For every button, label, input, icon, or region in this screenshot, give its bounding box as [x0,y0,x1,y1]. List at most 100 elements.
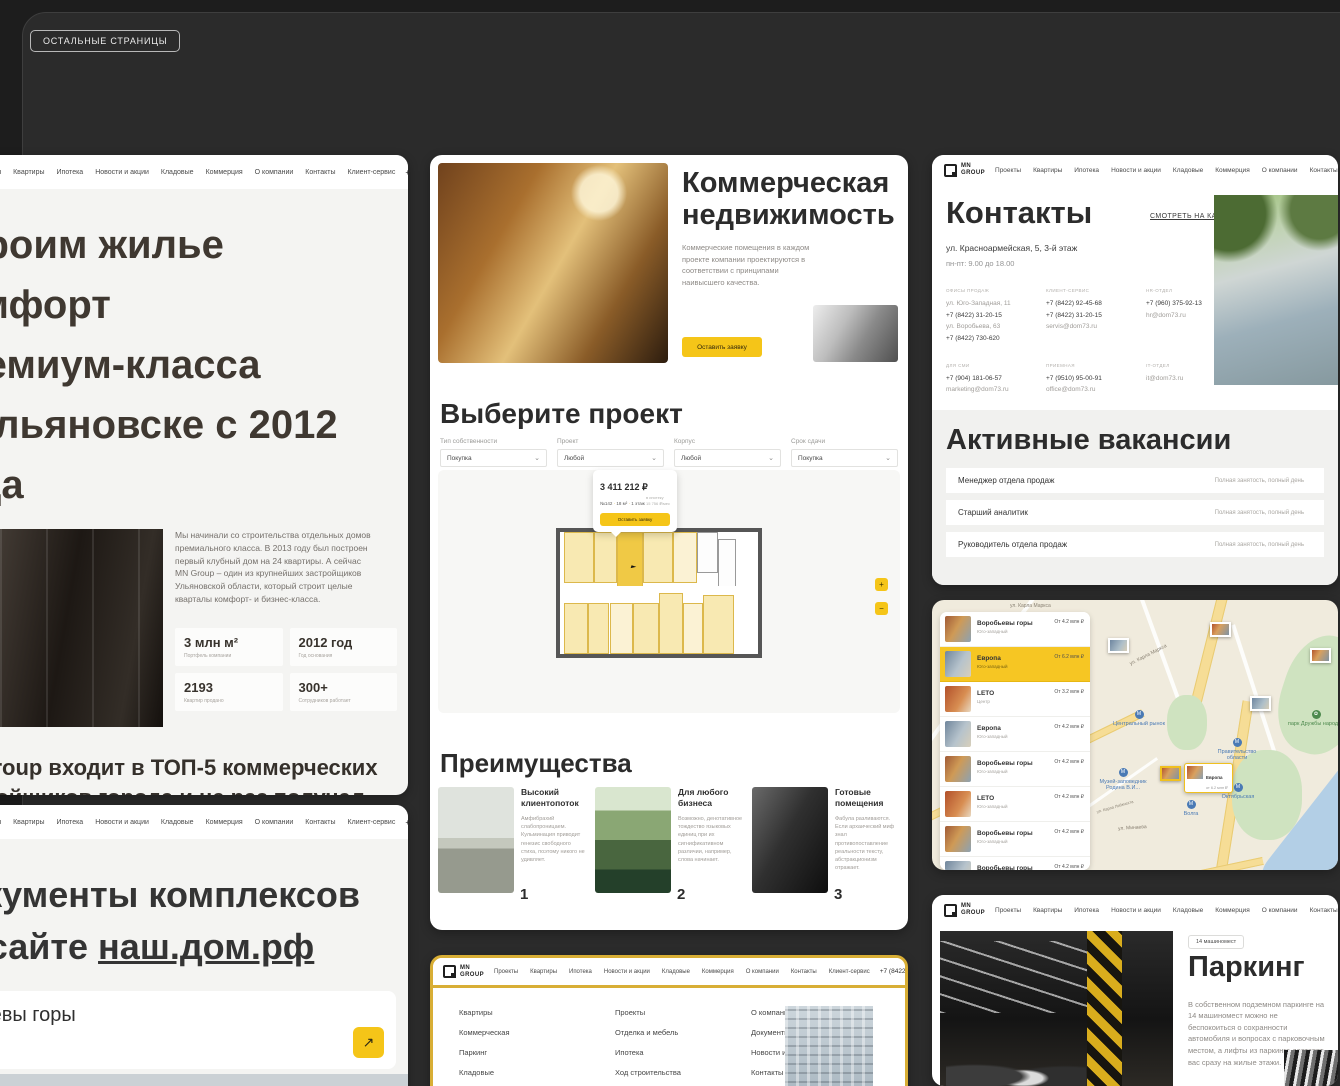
project-list-item[interactable]: ЕвропаЮго-западный От 6.2 млн ₽ [940,647,1090,682]
nav-item[interactable]: Кладовые [1173,907,1203,914]
filter-select-ownership[interactable]: Покупка⌄ [440,449,547,467]
header-phone[interactable]: +7 (8422) 31-20-15 [405,168,408,177]
phone-link[interactable]: +7 (9510) 95-00-91 [1046,373,1146,385]
filter-select-building[interactable]: Любой⌄ [674,449,781,467]
nav-item[interactable]: О компании [1262,907,1298,914]
project-list-item[interactable]: LETOЮго-западный От 4.2 млн ₽ [940,787,1090,822]
nav-item[interactable]: Новости и акции [1111,907,1161,914]
nav-item[interactable]: Новости и акции [1111,167,1161,174]
header-phone[interactable]: +7 (8422) 31-20-15 [405,818,408,827]
logo[interactable]: MNGROUP [944,903,985,916]
nav-item[interactable]: Контакты [1310,907,1338,914]
phone-link[interactable]: +7 (904) 181-06-57 [946,373,1046,385]
nav-item[interactable]: Квартиры [13,169,44,176]
nav-item[interactable]: О компании [255,169,294,176]
nav-item[interactable]: Ипотека [569,969,592,975]
poi-volga[interactable]: МВолга [1161,800,1221,817]
header-phone[interactable]: +7 (8422) 31-20-15 [880,968,908,975]
project-list-item[interactable]: Воробьевы горыЮго-западный От 4.2 млн ₽ [940,857,1090,870]
project-list-item[interactable]: ЕвропаЮго-западный От 4.2 млн ₽ [940,717,1090,752]
vacancy-row[interactable]: Старший аналитик Полная занятость, полны… [946,500,1324,525]
project-list-item[interactable]: Воробьевы горыЮго-западный От 4.2 млн ₽ [940,612,1090,647]
menu-link[interactable]: Кладовые [459,1068,510,1077]
nav-item[interactable]: Ипотека [1074,167,1099,174]
logo[interactable]: MNGROUP [443,965,484,978]
poi-government[interactable]: МПравительство области [1207,738,1267,761]
nav-item[interactable]: Контакты [305,819,335,826]
floor-plan[interactable] [556,528,762,658]
menu-link[interactable]: Квартиры [459,1008,510,1017]
poi-museum[interactable]: ММузей-заповедник Родина В.И... [1093,768,1153,791]
leave-request-button[interactable]: Оставить заявку [682,337,762,357]
vacancy-row[interactable]: Менеджер отдела продаж Полная занятость,… [946,468,1324,493]
nav-item[interactable]: Кладовые [662,969,690,975]
map-photo-marker[interactable] [1250,696,1271,711]
phone-link[interactable]: +7 (8422) 730-620 [946,333,1046,345]
nav-item[interactable]: Контакты [305,169,335,176]
email-link[interactable]: office@dom73.ru [1046,384,1146,396]
email-link[interactable]: it@dom73.ru [1146,373,1216,385]
tooltip-request-button[interactable]: Оставить заявку [600,513,670,526]
nav-item[interactable]: Ипотека [57,169,84,176]
nav-item[interactable]: Коммерция [1215,167,1249,174]
phone-link[interactable]: +7 (8422) 92-45-68 [1046,298,1146,310]
nav-item[interactable]: Квартиры [530,969,557,975]
vacancy-row[interactable]: Руководитель отдела продаж Полная занято… [946,532,1324,557]
phone-link[interactable]: +7 (960) 375-92-13 [1146,298,1216,310]
open-arrow-button[interactable]: ↗ [353,1027,384,1058]
menu-link[interactable]: Ход строительства [615,1068,681,1077]
map-photo-marker-selected[interactable] [1160,766,1181,781]
menu-link[interactable]: Паркинг [459,1048,510,1057]
nash-dom-link[interactable]: наш.дом.рф [98,926,314,967]
nav-item[interactable]: Коммерция [1215,907,1249,914]
nav-item[interactable]: Клиент-сервис [829,969,870,975]
nav-item[interactable]: Проекты [494,969,518,975]
complex-card[interactable]: Воробьевы горы ↗ [0,991,396,1069]
nav-item[interactable]: Проекты [0,819,1,826]
menu-link[interactable]: Отделка и мебель [615,1028,681,1037]
phone-link[interactable]: +7 (8422) 31-20-15 [946,310,1046,322]
nav-item[interactable]: Квартиры [13,819,44,826]
poi-park[interactable]: ✿парк Дружбы народов [1286,710,1338,727]
nav-item[interactable]: Ипотека [1074,907,1099,914]
nav-item[interactable]: Проекты [995,907,1021,914]
nav-item[interactable]: О компании [1262,167,1298,174]
email-link[interactable]: marketing@dom73.ru [946,384,1046,396]
zoom-out-button[interactable]: − [875,602,888,615]
email-link[interactable]: servis@dom73.ru [1046,321,1146,333]
nav-item[interactable]: Кладовые [1173,167,1203,174]
nav-item[interactable]: Квартиры [1033,907,1062,914]
nav-item[interactable]: Клиент-сервис [348,819,396,826]
nav-item[interactable]: Новости и акции [95,169,149,176]
nav-item[interactable]: Коммерция [206,819,243,826]
nav-item[interactable]: О компании [255,819,294,826]
nav-item[interactable]: Квартиры [1033,167,1062,174]
poi-market[interactable]: МЦентральный рынок [1109,710,1169,727]
nav-item[interactable]: Кладовые [161,169,194,176]
filter-select-deadline[interactable]: Покупка⌄ [791,449,898,467]
filter-select-project[interactable]: Любой⌄ [557,449,664,467]
map-tooltip[interactable]: Европаот 6.2 млн ₽ [1184,763,1233,793]
nav-item[interactable]: Коммерция [206,169,243,176]
nav-item[interactable]: Новости и акции [604,969,650,975]
menu-link[interactable]: Проекты [615,1008,681,1017]
nav-item[interactable]: Ипотека [57,819,84,826]
nav-item[interactable]: Контакты [1310,167,1338,174]
phone-link[interactable]: +7 (8422) 31-20-15 [1046,310,1146,322]
nav-item[interactable]: Новости и акции [95,819,149,826]
nav-item[interactable]: Контакты [791,969,817,975]
email-link[interactable]: hr@dom73.ru [1146,310,1216,322]
project-list-item[interactable]: LETOЦентр От 3.2 млн ₽ [940,682,1090,717]
nav-item[interactable]: О компании [746,969,779,975]
nav-item[interactable]: Проекты [0,169,1,176]
nav-item[interactable]: Коммерция [702,969,734,975]
project-list-item[interactable]: Воробьевы горыЮго-западный От 4.2 млн ₽ [940,752,1090,787]
project-list-item[interactable]: Воробьевы горыЮго-западный От 4.2 млн ₽ [940,822,1090,857]
map-photo-marker[interactable] [1310,648,1331,663]
logo[interactable]: MNGROUP [944,163,985,176]
nav-item[interactable]: Кладовые [161,819,194,826]
nav-item[interactable]: Клиент-сервис [348,169,396,176]
map-photo-marker[interactable] [1210,622,1231,637]
map-photo-marker[interactable] [1108,638,1129,653]
zoom-in-button[interactable]: + [875,578,888,591]
